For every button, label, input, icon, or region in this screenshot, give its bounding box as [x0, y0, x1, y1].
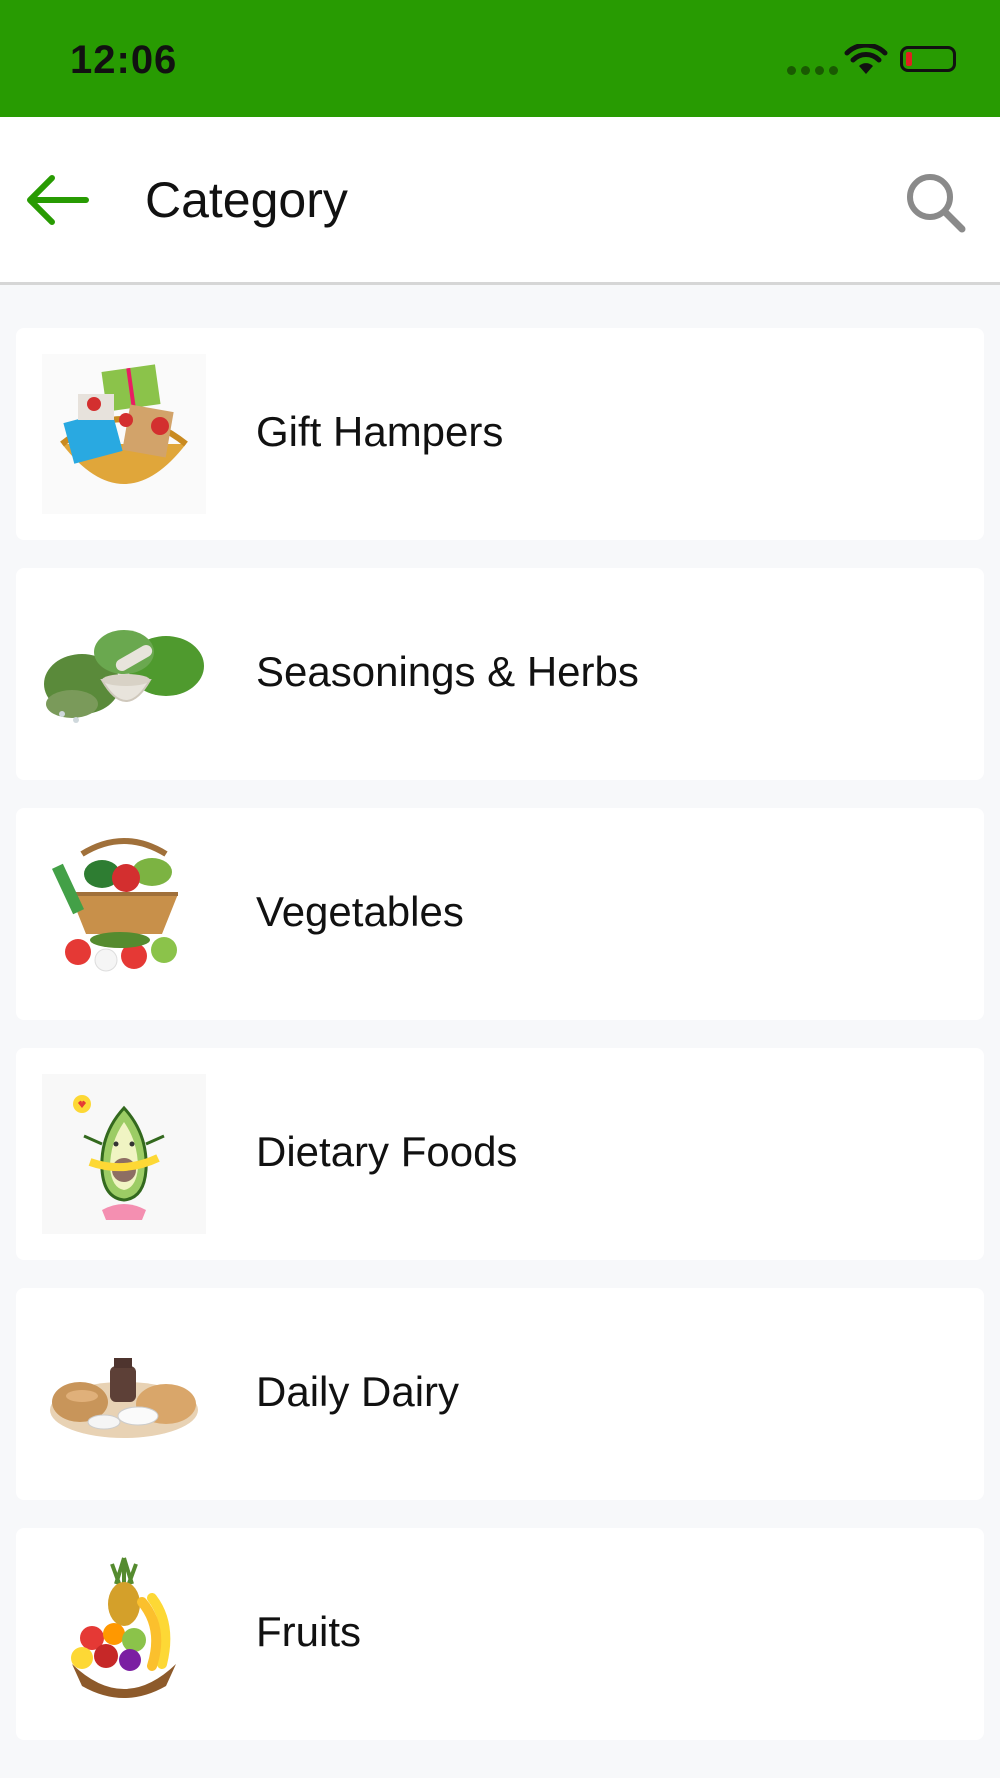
category-item-daily-dairy[interactable]: Daily Dairy	[16, 1288, 984, 1500]
vegetable-basket-icon	[51, 838, 178, 972]
category-item-dietary-foods[interactable]: Dietary Foods	[16, 1048, 984, 1260]
category-label: Seasonings & Herbs	[256, 648, 639, 695]
herbs-mortar-icon	[44, 630, 204, 723]
arrow-left-icon	[27, 175, 89, 225]
category-label: Gift Hampers	[256, 408, 504, 455]
search-button[interactable]	[900, 167, 970, 237]
wifi-icon	[844, 44, 888, 74]
battery-low-icon	[900, 46, 956, 72]
category-item-seasonings-herbs[interactable]: Seasonings & Herbs	[16, 568, 984, 780]
gift-basket-icon	[42, 354, 206, 514]
category-label: Dietary Foods	[256, 1128, 518, 1175]
category-item-fruits[interactable]: Fruits	[16, 1528, 984, 1740]
category-item-vegetables[interactable]: Vegetables	[16, 808, 984, 1020]
app-bar: Category	[0, 117, 1000, 285]
back-button[interactable]	[20, 167, 100, 233]
category-label: Vegetables	[256, 888, 464, 935]
status-time: 12:06	[70, 38, 178, 82]
avocado-icon	[42, 1074, 206, 1234]
category-list: Gift Hampers Seasonings & Herbs Vegetabl…	[16, 328, 984, 1768]
dairy-bread-icon	[50, 1358, 198, 1438]
fruit-basket-icon	[71, 1557, 176, 1698]
category-label: Fruits	[256, 1608, 361, 1655]
category-label: Daily Dairy	[256, 1368, 460, 1415]
page-title: Category	[145, 172, 348, 228]
category-item-gift-hampers[interactable]: Gift Hampers	[16, 328, 984, 540]
search-icon	[907, 174, 966, 233]
status-bar: 12:06	[0, 0, 1000, 117]
signal-icon	[787, 66, 838, 75]
